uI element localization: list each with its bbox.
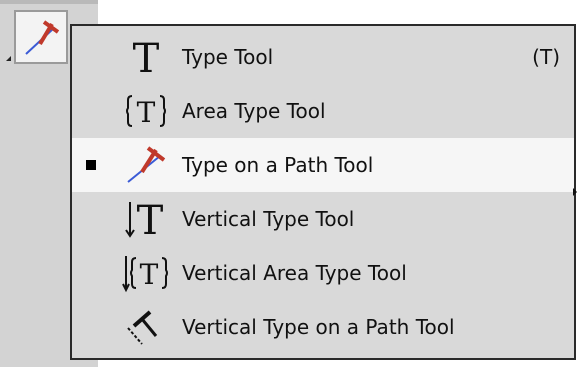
menu-item-label: Vertical Type on a Path Tool [182, 315, 455, 339]
menu-item-shortcut: (T) [532, 45, 560, 69]
menu-item-label: Vertical Type Tool [182, 207, 355, 231]
menu-item-type-on-a-path-tool[interactable]: Type on a Path Tool [72, 138, 574, 192]
menu-item-label: Type on a Path Tool [182, 153, 374, 177]
svg-text:T: T [137, 96, 156, 129]
submenu-arrow-icon [573, 188, 577, 196]
menu-item-vertical-type-tool[interactable]: T Vertical Type Tool [72, 192, 574, 246]
type-tools-flyout-menu: T Type Tool (T) T Area Type Tool Type on… [70, 24, 577, 360]
menu-item-label: Vertical Area Type Tool [182, 261, 407, 285]
type-on-a-path-icon [127, 146, 166, 183]
svg-text:T: T [133, 36, 160, 80]
current-tool-bullet-icon [86, 160, 96, 170]
flyout-indicator-icon [6, 56, 11, 61]
menu-item-type-tool[interactable]: T Type Tool (T) [72, 30, 574, 84]
menu-item-area-type-tool[interactable]: T Area Type Tool [72, 84, 574, 138]
vertical-area-type-tool-icon: T [122, 256, 168, 293]
type-on-a-path-icon [25, 20, 60, 55]
menu-item-vertical-type-on-a-path-tool[interactable]: Vertical Type on a Path Tool [72, 300, 574, 354]
menu-item-label: Area Type Tool [182, 99, 326, 123]
svg-text:T: T [137, 198, 164, 242]
menu-item-vertical-area-type-tool[interactable]: T Vertical Area Type Tool [72, 246, 574, 300]
vertical-type-tool-icon: T [125, 198, 164, 242]
type-on-a-path-tool-button[interactable] [14, 10, 68, 64]
area-type-tool-icon: T [126, 95, 166, 129]
type-tool-icon: T [133, 36, 160, 80]
tools-panel-header [0, 0, 98, 4]
menu-item-label: Type Tool [182, 45, 274, 69]
svg-text:T: T [140, 258, 159, 291]
vertical-type-on-a-path-icon [127, 310, 158, 345]
